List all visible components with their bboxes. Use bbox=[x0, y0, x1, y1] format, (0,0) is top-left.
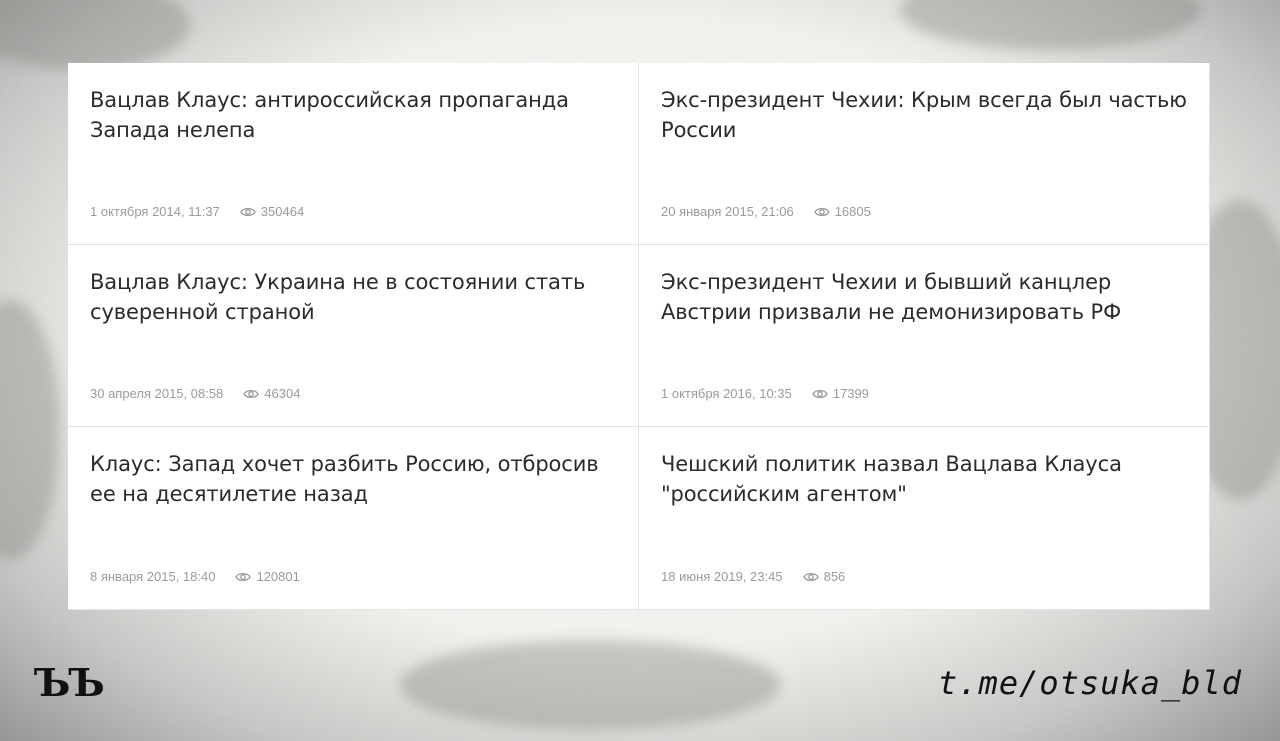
news-views: 46304 bbox=[264, 386, 301, 401]
news-views: 350464 bbox=[260, 204, 305, 219]
grunge-frame: Вацлав Клаус: антироссийская пропаганда … bbox=[0, 0, 1280, 741]
news-meta: 18 июня 2019, 23:45 856 bbox=[661, 569, 845, 584]
eye-icon bbox=[235, 572, 252, 581]
news-date: 1 октября 2014, 11:37 bbox=[90, 204, 220, 219]
news-card[interactable]: Экс-президент Чехии и бывший канцлер Авс… bbox=[639, 245, 1210, 427]
news-title[interactable]: Вацлав Клаус: антироссийская пропаганда … bbox=[90, 85, 618, 145]
news-title[interactable]: Экс-президент Чехии и бывший канцлер Авс… bbox=[661, 267, 1189, 327]
news-meta: 8 января 2015, 18:40 120801 bbox=[90, 569, 300, 584]
channel-handle[interactable]: t.me/otsuka_bld bbox=[938, 664, 1242, 702]
news-views: 16805 bbox=[834, 204, 871, 219]
news-meta: 30 апреля 2015, 08:58 46304 bbox=[90, 386, 300, 401]
news-card[interactable]: Клаус: Запад хочет разбить Россию, отбро… bbox=[68, 427, 639, 610]
channel-logo: ЪЪ bbox=[34, 660, 105, 705]
news-meta: 1 октября 2014, 11:37 350464 bbox=[90, 204, 304, 219]
news-card[interactable]: Экс-президент Чехии: Крым всегда был час… bbox=[639, 63, 1210, 245]
news-grid: Вацлав Клаус: антироссийская пропаганда … bbox=[68, 63, 1210, 610]
news-card[interactable]: Вацлав Клаус: антироссийская пропаганда … bbox=[68, 63, 639, 245]
eye-icon bbox=[813, 207, 830, 216]
news-date: 30 апреля 2015, 08:58 bbox=[90, 386, 224, 401]
news-views: 17399 bbox=[832, 386, 869, 401]
news-title[interactable]: Клаус: Запад хочет разбить Россию, отбро… bbox=[90, 449, 618, 509]
news-date: 18 июня 2019, 23:45 bbox=[661, 569, 783, 584]
news-card[interactable]: Вацлав Клаус: Украина не в состоянии ста… bbox=[68, 245, 639, 427]
news-title[interactable]: Чешский политик назвал Вацлава Клауса "р… bbox=[661, 449, 1189, 509]
grunge-smudge bbox=[900, 0, 1200, 50]
news-views: 856 bbox=[823, 569, 846, 584]
news-date: 1 октября 2016, 10:35 bbox=[661, 386, 792, 401]
news-views: 120801 bbox=[256, 569, 300, 584]
grunge-smudge bbox=[0, 300, 60, 560]
eye-icon bbox=[812, 389, 828, 398]
news-title[interactable]: Вацлав Клаус: Украина не в состоянии ста… bbox=[90, 267, 618, 327]
grunge-smudge bbox=[400, 640, 780, 730]
eye-icon bbox=[243, 389, 260, 398]
news-title[interactable]: Экс-президент Чехии: Крым всегда был час… bbox=[661, 85, 1189, 145]
news-meta: 20 января 2015, 21:06 16805 bbox=[661, 204, 871, 219]
eye-icon bbox=[240, 207, 256, 216]
grunge-smudge bbox=[0, 0, 190, 70]
news-card[interactable]: Чешский политик назвал Вацлава Клауса "р… bbox=[639, 427, 1210, 610]
eye-icon bbox=[802, 572, 819, 581]
news-date: 20 января 2015, 21:06 bbox=[661, 204, 794, 219]
news-date: 8 января 2015, 18:40 bbox=[90, 569, 216, 584]
news-meta: 1 октября 2016, 10:35 17399 bbox=[661, 386, 869, 401]
